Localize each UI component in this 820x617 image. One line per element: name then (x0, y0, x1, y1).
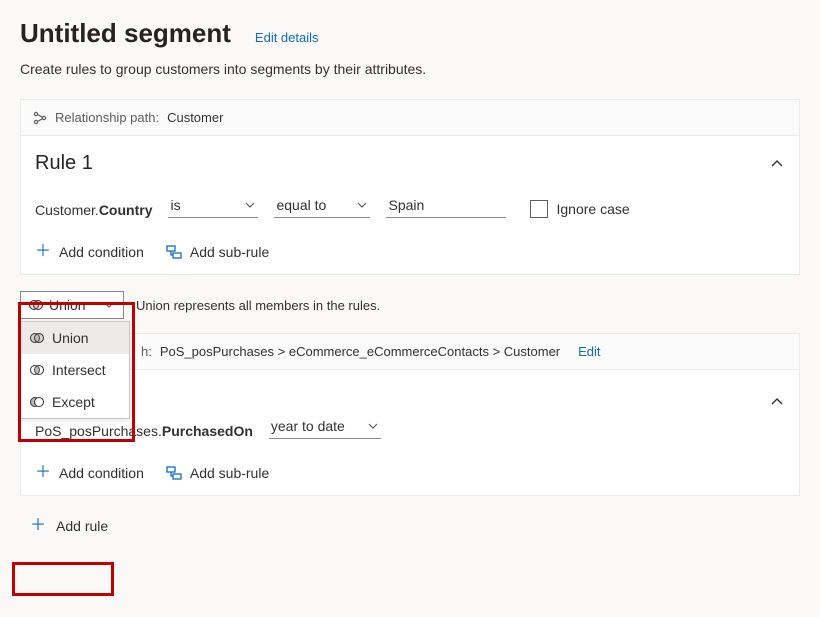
entity-name: PoS_posPurchases (35, 423, 158, 439)
combine-operator-select[interactable]: Union (20, 291, 124, 319)
subrule-icon (166, 466, 182, 480)
combine-option-except[interactable]: Except (21, 386, 129, 418)
operator-1-value: year to date (271, 418, 345, 434)
edit-relationship-link[interactable]: Edit (578, 344, 600, 359)
add-condition-label: Add condition (59, 244, 144, 260)
path-icon (33, 111, 47, 125)
add-subrule-button[interactable]: Add sub-rule (166, 244, 269, 260)
combine-dropdown: Union Intersect Except (20, 321, 130, 419)
chevron-up-icon[interactable] (769, 394, 785, 410)
plus-icon: ＋ (35, 244, 51, 260)
ignore-case-checkbox[interactable] (530, 200, 548, 218)
relationship-path-value: PoS_posPurchases > eCommerce_eCommerceCo… (160, 344, 560, 359)
operator-1-select[interactable]: year to date (269, 414, 381, 439)
relationship-path-prefix: h: (141, 344, 152, 359)
subtitle-text: Create rules to group customers into seg… (20, 61, 800, 77)
rule-card-1: Relationship path: Customer Rule 1 Custo… (20, 99, 800, 275)
combine-selected-label: Union (49, 297, 86, 313)
entity-name: Customer (35, 202, 95, 218)
operator-2-value: equal to (276, 197, 326, 213)
add-subrule-button[interactable]: Add sub-rule (166, 465, 269, 481)
attr-name: Country (99, 202, 153, 218)
rule-title: Rule 1 (35, 152, 93, 175)
add-condition-button[interactable]: ＋ Add condition (35, 244, 144, 260)
add-rule-button[interactable]: ＋ Add rule (20, 512, 118, 540)
operator-1-value: is (170, 197, 180, 213)
value-input[interactable]: Spain (386, 193, 506, 218)
add-condition-button[interactable]: ＋ Add condition (35, 465, 144, 481)
edit-details-link[interactable]: Edit details (255, 30, 319, 45)
operator-1-select[interactable]: is (168, 193, 258, 218)
subrule-icon (166, 245, 182, 259)
condition-entity-attr: PoS_posPurchases.PurchasedOn (35, 423, 253, 439)
relationship-path-value: Customer (167, 110, 223, 125)
chevron-down-icon (367, 420, 379, 432)
except-icon (30, 395, 44, 409)
add-condition-label: Add condition (59, 465, 144, 481)
page-title: Untitled segment (20, 18, 231, 49)
plus-icon: ＋ (30, 518, 46, 534)
option-label: Intersect (52, 362, 106, 378)
ignore-case-label: Ignore case (556, 201, 629, 217)
union-icon (30, 331, 44, 345)
combine-option-intersect[interactable]: Intersect (21, 354, 129, 386)
union-icon (29, 298, 43, 312)
chevron-up-icon[interactable] (769, 156, 785, 172)
combine-option-union[interactable]: Union (21, 322, 129, 354)
add-subrule-label: Add sub-rule (190, 244, 269, 260)
plus-icon: ＋ (35, 465, 51, 481)
chevron-down-icon (244, 199, 256, 211)
annotation-highlight-add-rule (12, 562, 114, 596)
combine-description: Union represents all members in the rule… (136, 298, 380, 313)
operator-2-select[interactable]: equal to (274, 193, 370, 218)
add-subrule-label: Add sub-rule (190, 465, 269, 481)
condition-entity-attr: Customer.Country (35, 202, 152, 218)
add-rule-label: Add rule (56, 518, 108, 534)
chevron-down-icon (103, 299, 115, 311)
relationship-path-row: h: PoS_posPurchases > eCommerce_eCommerc… (21, 334, 799, 370)
relationship-path-label: Relationship path: (55, 110, 159, 125)
value-text: Spain (388, 197, 424, 213)
option-label: Except (52, 394, 95, 410)
relationship-path-row: Relationship path: Customer (21, 100, 799, 136)
rule-card-2: h: PoS_posPurchases > eCommerce_eCommerc… (20, 333, 800, 496)
option-label: Union (52, 330, 89, 346)
intersect-icon (30, 363, 44, 377)
attr-name: PurchasedOn (162, 423, 253, 439)
chevron-down-icon (356, 199, 368, 211)
